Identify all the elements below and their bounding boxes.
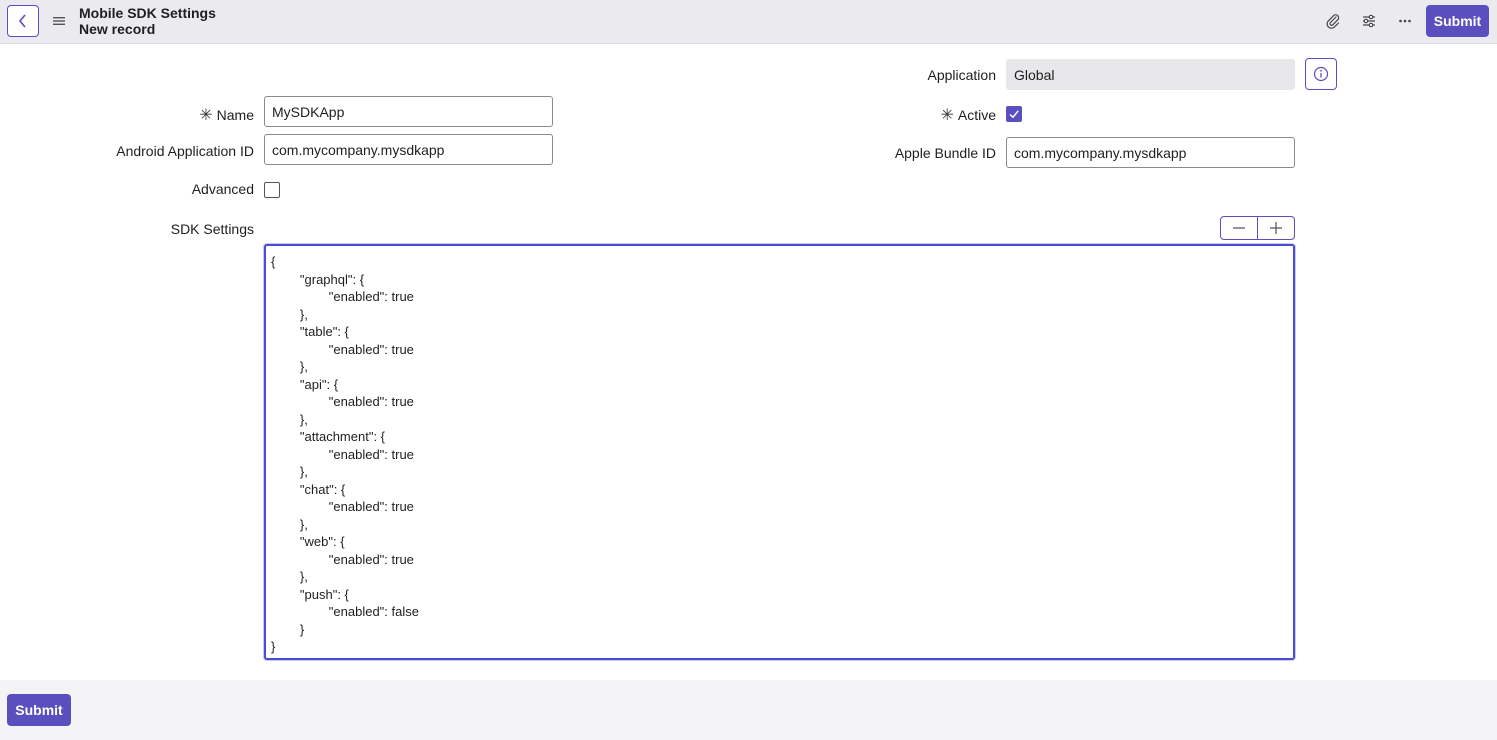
- editor-size-controls: [1220, 216, 1295, 240]
- name-label-text: Name: [216, 107, 254, 123]
- submit-button-bottom[interactable]: Submit: [7, 694, 71, 726]
- minus-icon: [1233, 227, 1245, 229]
- application-info-button[interactable]: [1305, 58, 1337, 90]
- checkmark-icon: [1009, 110, 1019, 119]
- name-input[interactable]: MySDKApp: [264, 96, 553, 127]
- attachment-button[interactable]: [1324, 12, 1342, 30]
- shrink-editor-button[interactable]: [1221, 217, 1257, 239]
- more-options-button[interactable]: [1396, 12, 1414, 30]
- expand-editor-button[interactable]: [1257, 217, 1294, 239]
- apple-bundle-id-input[interactable]: com.mycompany.mysdkapp: [1006, 137, 1295, 168]
- android-app-id-label: Android Application ID: [116, 143, 254, 159]
- android-app-id-input[interactable]: com.mycompany.mysdkapp: [264, 134, 553, 165]
- application-label: Application: [927, 67, 997, 83]
- sdk-settings-label: SDK Settings: [170, 221, 254, 237]
- back-button[interactable]: [7, 5, 39, 37]
- back-icon: [18, 14, 26, 28]
- application-field: Global: [1006, 59, 1295, 90]
- page-subtitle: New record: [79, 21, 156, 37]
- title-block: Mobile SDK Settings New record: [79, 5, 216, 37]
- submit-button-top[interactable]: Submit: [1426, 5, 1489, 37]
- active-label-text: Active: [957, 107, 996, 123]
- more-icon: [1399, 19, 1411, 23]
- active-label: ✳ Active: [880, 105, 996, 125]
- personalize-button[interactable]: [1360, 12, 1378, 30]
- advanced-checkbox[interactable]: [264, 182, 280, 198]
- menu-icon[interactable]: [52, 14, 66, 28]
- form-footer: Submit: [0, 680, 1497, 740]
- plus-icon: [1270, 222, 1282, 234]
- active-checkbox[interactable]: [1006, 106, 1022, 122]
- name-label: ✳ Name: [120, 105, 254, 125]
- apple-bundle-id-label: Apple Bundle ID: [894, 145, 996, 161]
- advanced-label: Advanced: [191, 181, 254, 197]
- sdk-settings-editor[interactable]: { "graphql": { "enabled": true }, "table…: [264, 244, 1295, 660]
- required-indicator: ✳: [940, 107, 954, 124]
- sliders-icon: [1363, 14, 1375, 28]
- page-title: Mobile SDK Settings: [79, 5, 216, 21]
- form-header: Mobile SDK Settings New record Submit: [0, 0, 1497, 44]
- info-icon: [1313, 66, 1329, 82]
- paperclip-icon: [1326, 14, 1340, 29]
- required-indicator: ✳: [199, 107, 213, 124]
